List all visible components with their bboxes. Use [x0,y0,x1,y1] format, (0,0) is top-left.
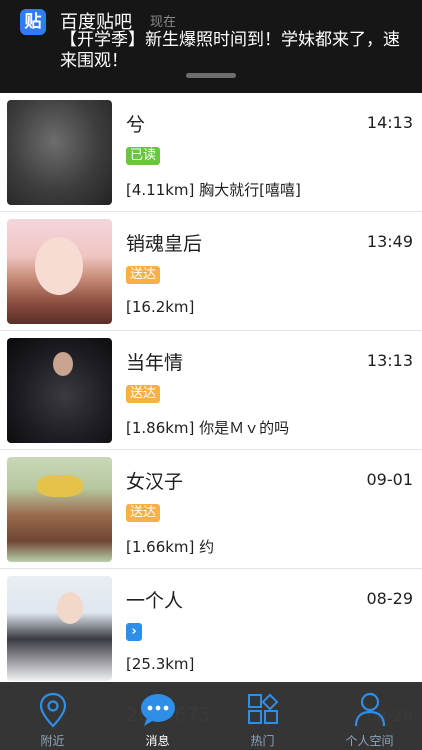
tab-label: 个人空间 [345,734,394,748]
message-preview: [4.11km] 胸大就行[嘻嘻] [126,181,301,199]
message-row[interactable]: 兮 14:13 已读 [4.11km] 胸大就行[嘻嘻] [0,93,422,212]
status-badge: 已读 [126,147,161,165]
message-list: 兮 14:13 已读 [4.11km] 胸大就行[嘻嘻] 销魂皇后 13:49 … [0,93,422,688]
location-pin-icon [39,692,66,728]
contact-name: 女汉子 [126,471,184,493]
notification-drag-handle[interactable] [186,73,236,78]
contact-name: 销魂皇后 [126,233,203,255]
message-row[interactable]: 当年情 13:13 送达 [1.86km] 你是Ｍｖ的吗 [0,331,422,450]
notification-message: 【开学季】新生爆照时间到！学妹都来了，速来围观！ [60,30,400,71]
message-time: 13:13 [366,351,413,370]
contact-name: 兮 [126,114,146,136]
status-badge: 送达 [126,504,161,522]
message-preview: [25.3km] [126,655,195,673]
message-preview: [1.86km] 你是Ｍｖ的吗 [126,419,290,437]
tab-personal-space[interactable]: 个人空间 [317,682,422,750]
message-time: 08-29 [366,589,414,608]
message-time: 14:13 [366,113,413,132]
person-icon [354,692,385,727]
status-badge: 送达 [126,266,161,284]
message-row[interactable]: 一个人 08-29 › [25.3km] [0,569,422,688]
message-preview: [16.2km] [126,298,195,316]
tab-label: 附近 [40,734,65,748]
tab-label: 消息 [145,734,170,748]
notification-time: 现在 [150,15,177,30]
message-row[interactable]: 女汉子 09-01 送达 [1.66km] 约 [0,450,422,569]
status-badge: 送达 [126,385,161,403]
screen: 贴 百度贴吧 现在 【开学季】新生爆照时间到！学妹都来了，速来围观！ 兮 14:… [0,0,422,750]
avatar [7,219,112,324]
tab-label: 热门 [250,734,275,748]
tab-messages[interactable]: 消息 [105,682,210,750]
avatar [7,100,112,205]
avatar [7,576,112,681]
chat-bubble-icon [140,694,175,726]
tab-hot[interactable]: 热门 [210,682,315,750]
tab-nearby[interactable]: 附近 [0,682,105,750]
status-badge-arrow-icon: › [126,623,142,641]
message-time: 13:49 [366,232,413,251]
contact-name: 一个人 [126,590,184,612]
baidu-tieba-app-icon: 贴 [20,9,46,35]
message-row[interactable]: 销魂皇后 13:49 送达 [16.2km] [0,212,422,331]
message-preview: [1.66km] 约 [126,538,215,556]
contact-name: 当年情 [126,352,184,374]
grid-icon [247,693,278,724]
avatar [7,457,112,562]
avatar [7,338,112,443]
notification-banner[interactable]: 贴 百度贴吧 现在 【开学季】新生爆照时间到！学妹都来了，速来围观！ [0,0,422,93]
message-time: 09-01 [366,470,414,489]
